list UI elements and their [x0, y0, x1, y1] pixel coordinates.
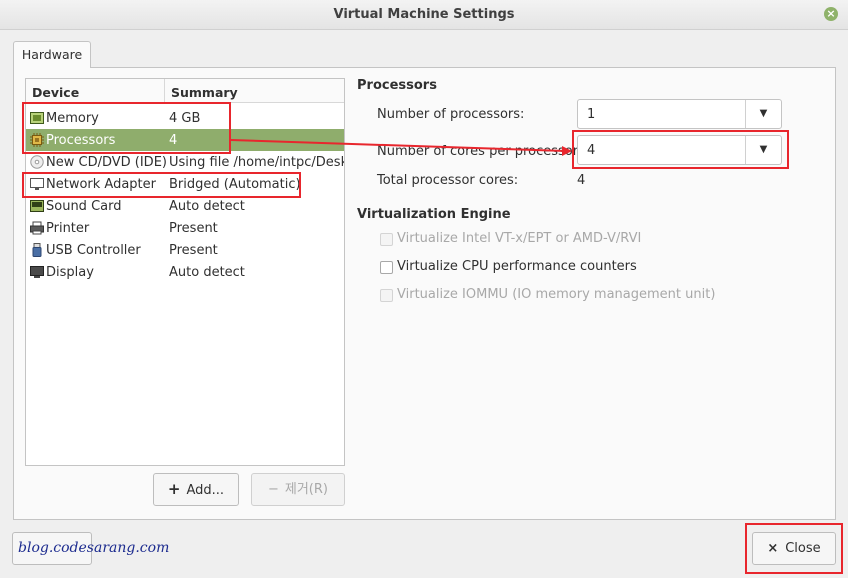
- sound-card-icon: [30, 200, 44, 212]
- annotation-highlight-cores: [572, 130, 789, 169]
- device-name: Sound Card: [46, 199, 122, 214]
- cd-dvd-icon: [30, 155, 44, 169]
- device-summary: Present: [169, 243, 218, 258]
- tab-hardware[interactable]: Hardware: [13, 41, 91, 68]
- remove-device-label: 제거(R): [284, 482, 328, 497]
- device-summary: Auto detect: [169, 199, 245, 214]
- annotation-highlight-memory-processors: [22, 102, 231, 154]
- title-bar: Virtual Machine Settings ×: [0, 0, 848, 30]
- device-row-printer[interactable]: Printer Present: [26, 217, 344, 239]
- add-device-label: Add...: [186, 483, 225, 498]
- column-header-device[interactable]: Device: [32, 85, 79, 100]
- total-cores-label: Total processor cores:: [377, 173, 519, 188]
- num-processors-label: Number of processors:: [377, 107, 525, 122]
- device-row-usb-controller[interactable]: USB Controller Present: [26, 239, 344, 261]
- printer-icon: [30, 221, 44, 235]
- checkbox-label: Virtualize CPU performance counters: [397, 259, 637, 274]
- checkbox-box[interactable]: [380, 261, 393, 274]
- device-name: Printer: [46, 221, 90, 236]
- minus-icon: −: [267, 482, 279, 497]
- column-header-summary[interactable]: Summary: [164, 79, 344, 103]
- total-cores-value: 4: [577, 173, 586, 188]
- device-row-sound-card[interactable]: Sound Card Auto detect: [26, 195, 344, 217]
- device-row-display[interactable]: Display Auto detect: [26, 261, 344, 283]
- usb-icon: [32, 243, 42, 257]
- device-summary: Auto detect: [169, 265, 245, 280]
- num-processors-value: 1: [587, 107, 596, 122]
- device-list-header: Device Summary: [26, 79, 344, 103]
- device-name: USB Controller: [46, 243, 141, 258]
- remove-device-button[interactable]: − 제거(R): [251, 473, 345, 506]
- watermark-text: blog.codesarang.com: [18, 540, 170, 556]
- processors-section-title: Processors: [357, 78, 437, 93]
- display-icon: [30, 266, 44, 278]
- device-name: New CD/DVD (IDE): [46, 155, 167, 170]
- device-summary: Using file /home/intpc/Deskto: [169, 155, 345, 170]
- device-row-cd-dvd[interactable]: New CD/DVD (IDE) Using file /home/intpc/…: [26, 151, 345, 173]
- checkbox-label: Virtualize IOMMU (IO memory management u…: [397, 287, 716, 302]
- plus-icon: +: [167, 480, 181, 498]
- device-summary: Present: [169, 221, 218, 236]
- device-name: Display: [46, 265, 94, 280]
- checkbox-box[interactable]: [380, 289, 393, 302]
- checkbox-label: Virtualize Intel VT-x/EPT or AMD-V/RVI: [397, 231, 642, 246]
- window-close-icon[interactable]: ×: [824, 7, 838, 21]
- chevron-down-icon[interactable]: ▼: [745, 100, 781, 128]
- virtualization-section-title: Virtualization Engine: [357, 207, 511, 222]
- annotation-highlight-close: [745, 523, 843, 574]
- add-device-button[interactable]: + Add...: [153, 473, 239, 506]
- cores-per-processor-label: Number of cores per processor:: [377, 144, 583, 159]
- annotation-highlight-network-adapter: [22, 172, 301, 198]
- window-title: Virtual Machine Settings: [333, 7, 515, 22]
- checkbox-box[interactable]: [380, 233, 393, 246]
- num-processors-dropdown[interactable]: 1 ▼: [577, 99, 782, 129]
